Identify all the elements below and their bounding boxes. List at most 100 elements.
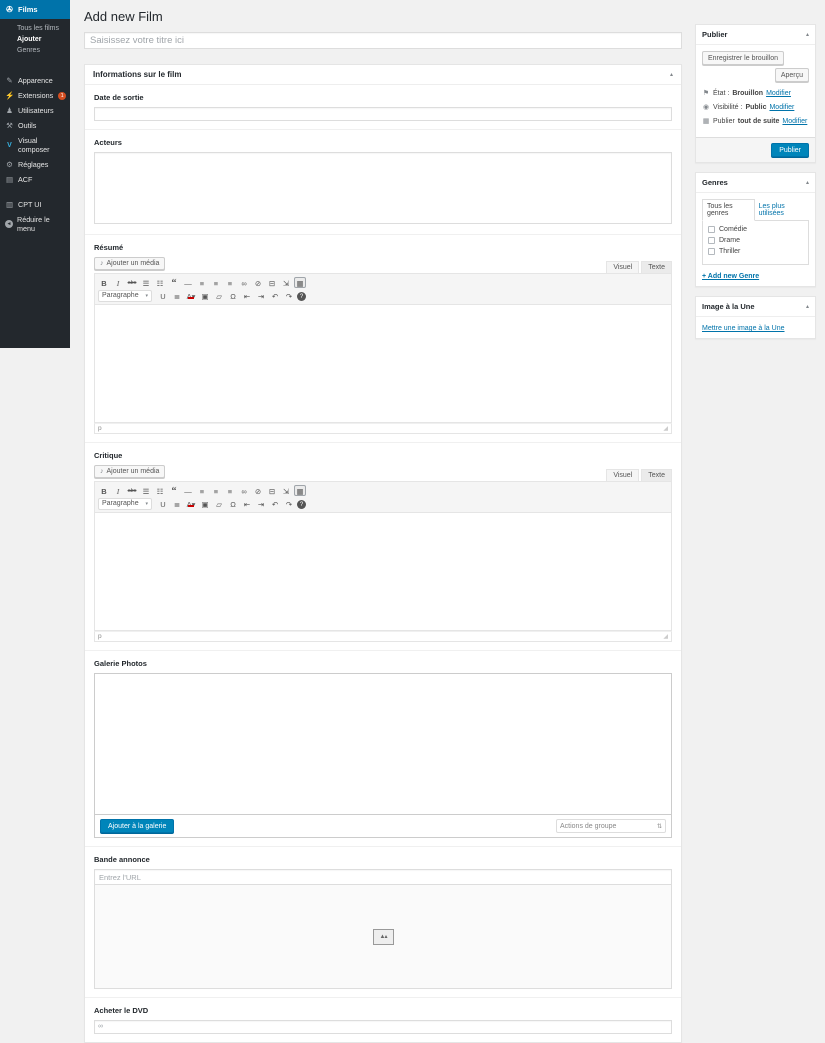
sidebar-item-films[interactable]: ✇ Films bbox=[0, 0, 70, 19]
edit-schedule-link[interactable]: Modifier bbox=[782, 118, 807, 125]
horizontal-rule-icon[interactable]: — bbox=[182, 485, 194, 496]
genre-checkbox[interactable] bbox=[708, 248, 715, 255]
bold-icon[interactable]: B bbox=[98, 277, 110, 288]
genre-item[interactable]: Thriller bbox=[708, 248, 803, 255]
tab-text[interactable]: Texte bbox=[641, 469, 672, 481]
bullet-list-icon[interactable]: ☰ bbox=[140, 277, 152, 288]
special-char-icon[interactable]: Ω bbox=[227, 498, 239, 509]
italic-icon[interactable]: I bbox=[112, 277, 124, 288]
strikethrough-icon[interactable]: abc bbox=[126, 277, 138, 288]
horizontal-rule-icon[interactable]: — bbox=[182, 277, 194, 288]
publish-box-header[interactable]: Publier ▴ bbox=[696, 25, 815, 45]
blockquote-icon[interactable]: “ bbox=[168, 277, 180, 289]
genre-checkbox[interactable] bbox=[708, 237, 715, 244]
genre-checkbox[interactable] bbox=[708, 226, 715, 233]
trailer-url-input[interactable] bbox=[94, 869, 672, 885]
save-draft-button[interactable]: Enregistrer le brouillon bbox=[702, 51, 785, 65]
add-media-button[interactable]: ♪ Ajouter un média bbox=[94, 257, 166, 270]
edit-status-link[interactable]: Modifier bbox=[766, 90, 791, 97]
underline-icon[interactable]: U bbox=[157, 290, 169, 301]
paste-text-icon[interactable]: ▣ bbox=[199, 498, 211, 509]
help-icon[interactable]: ? bbox=[297, 499, 306, 509]
sidebar-item-acf[interactable]: ▤ ACF bbox=[0, 172, 70, 187]
tab-visual[interactable]: Visuel bbox=[606, 469, 640, 481]
sidebar-subitem-ajouter[interactable]: Ajouter bbox=[0, 34, 70, 45]
dvd-url-input[interactable] bbox=[94, 1020, 672, 1034]
sidebar-item-utilisateurs[interactable]: ♟ Utilisateurs bbox=[0, 103, 70, 118]
align-left-icon[interactable]: ≡ bbox=[196, 277, 208, 288]
critique-editor-canvas[interactable] bbox=[94, 513, 672, 631]
align-left-icon[interactable]: ≡ bbox=[196, 485, 208, 496]
add-media-button[interactable]: ♪ Ajouter un média bbox=[94, 465, 166, 478]
italic-icon[interactable]: I bbox=[112, 485, 124, 496]
fullscreen-icon[interactable]: ⇲ bbox=[280, 277, 292, 288]
bold-icon[interactable]: B bbox=[98, 485, 110, 496]
justify-icon[interactable]: ≣ bbox=[171, 498, 183, 509]
outdent-icon[interactable]: ⇤ bbox=[241, 498, 253, 509]
clear-format-icon[interactable]: ▱ bbox=[213, 498, 225, 509]
sidebar-item-visual-composer[interactable]: V Visual composer bbox=[0, 133, 70, 157]
text-color-icon[interactable]: A▾ bbox=[185, 498, 197, 509]
chevron-up-icon[interactable]: ▴ bbox=[670, 71, 673, 78]
genre-item[interactable]: Comédie bbox=[708, 226, 803, 233]
toolbar-toggle-icon[interactable]: ▦ bbox=[294, 485, 306, 496]
gallery-drop-area[interactable] bbox=[95, 674, 671, 814]
edit-visibility-link[interactable]: Modifier bbox=[769, 104, 794, 111]
help-icon[interactable]: ? bbox=[297, 291, 306, 301]
underline-icon[interactable]: U bbox=[157, 498, 169, 509]
set-featured-image-link[interactable]: Mettre une image à la Une bbox=[702, 325, 785, 332]
strikethrough-icon[interactable]: abc bbox=[126, 485, 138, 496]
sidebar-subitem-genres[interactable]: Genres bbox=[0, 45, 70, 56]
undo-icon[interactable]: ↶ bbox=[269, 290, 281, 301]
chevron-up-icon[interactable]: ▴ bbox=[806, 303, 809, 310]
clear-format-icon[interactable]: ▱ bbox=[213, 290, 225, 301]
chevron-up-icon[interactable]: ▴ bbox=[806, 179, 809, 186]
align-center-icon[interactable]: ≡ bbox=[210, 277, 222, 288]
preview-button[interactable]: Aperçu bbox=[774, 68, 809, 82]
ordered-list-icon[interactable]: ☷ bbox=[154, 485, 166, 496]
blockquote-icon[interactable]: “ bbox=[168, 485, 180, 497]
tab-visual[interactable]: Visuel bbox=[606, 261, 640, 273]
ordered-list-icon[interactable]: ☷ bbox=[154, 277, 166, 288]
sidebar-item-apparence[interactable]: ✎ Apparence bbox=[0, 73, 70, 88]
paragraph-select[interactable]: Paragraphe ▾ bbox=[98, 497, 152, 510]
align-right-icon[interactable]: ≡ bbox=[224, 485, 236, 496]
add-to-gallery-button[interactable]: Ajouter à la galerie bbox=[100, 819, 175, 833]
text-color-icon[interactable]: A▾ bbox=[185, 290, 197, 301]
sidebar-item-extensions[interactable]: ⚡ Extensions 1 bbox=[0, 88, 70, 103]
genres-box-header[interactable]: Genres ▴ bbox=[696, 173, 815, 193]
more-tag-icon[interactable]: ⊟ bbox=[266, 277, 278, 288]
toolbar-toggle-icon[interactable]: ▦ bbox=[294, 277, 306, 288]
unlink-icon[interactable]: ⊘ bbox=[252, 277, 264, 288]
bulk-actions-select[interactable]: Actions de groupe ⇅ bbox=[556, 819, 666, 833]
indent-icon[interactable]: ⇥ bbox=[255, 498, 267, 509]
redo-icon[interactable]: ↷ bbox=[283, 498, 295, 509]
sidebar-item-reduire-le-menu[interactable]: ◄ Réduire le menu bbox=[0, 212, 70, 236]
tab-most-used[interactable]: Les plus utilisées bbox=[755, 200, 809, 220]
actors-textarea[interactable] bbox=[94, 152, 672, 224]
resize-grip-icon[interactable]: ◢ bbox=[663, 633, 668, 640]
publish-button[interactable]: Publier bbox=[771, 143, 809, 157]
sidebar-item-outils[interactable]: ⚒ Outils bbox=[0, 118, 70, 133]
indent-icon[interactable]: ⇥ bbox=[255, 290, 267, 301]
genre-item[interactable]: Drame bbox=[708, 237, 803, 244]
bullet-list-icon[interactable]: ☰ bbox=[140, 485, 152, 496]
tab-text[interactable]: Texte bbox=[641, 261, 672, 273]
link-icon[interactable]: ∞ bbox=[238, 277, 250, 288]
more-tag-icon[interactable]: ⊟ bbox=[266, 485, 278, 496]
sidebar-item-reglages[interactable]: ⚙ Réglages bbox=[0, 157, 70, 172]
align-center-icon[interactable]: ≡ bbox=[210, 485, 222, 496]
paragraph-select[interactable]: Paragraphe ▾ bbox=[98, 289, 152, 302]
redo-icon[interactable]: ↷ bbox=[283, 290, 295, 301]
outdent-icon[interactable]: ⇤ bbox=[241, 290, 253, 301]
special-char-icon[interactable]: Ω bbox=[227, 290, 239, 301]
link-icon[interactable]: ∞ bbox=[238, 485, 250, 496]
undo-icon[interactable]: ↶ bbox=[269, 498, 281, 509]
date-input[interactable] bbox=[94, 107, 672, 121]
unlink-icon[interactable]: ⊘ bbox=[252, 485, 264, 496]
align-right-icon[interactable]: ≡ bbox=[224, 277, 236, 288]
sidebar-item-cpt-ui[interactable]: ▥ CPT UI bbox=[0, 197, 70, 212]
resume-editor-canvas[interactable] bbox=[94, 305, 672, 423]
metabox-header[interactable]: Informations sur le film ▴ bbox=[85, 65, 681, 85]
featured-image-box-header[interactable]: Image à la Une ▴ bbox=[696, 297, 815, 317]
